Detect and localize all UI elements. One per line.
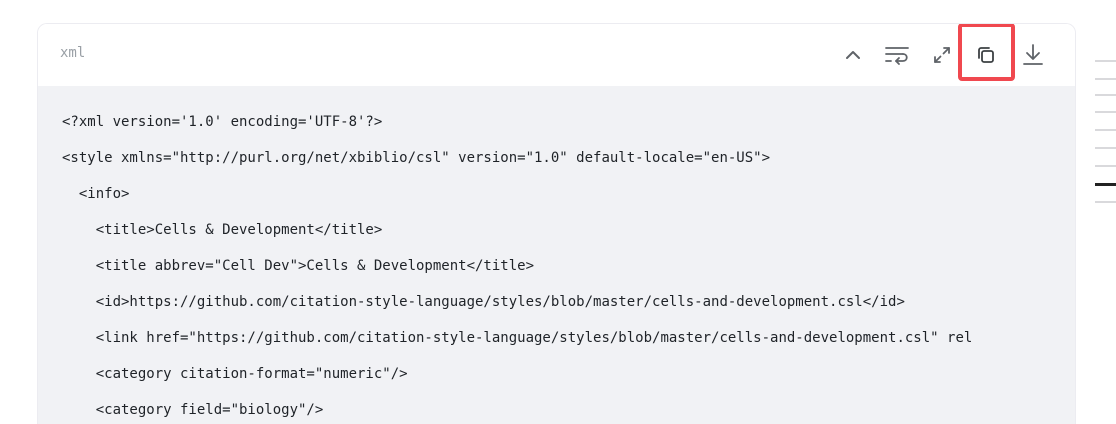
- code-line: <id>https://github.com/citation-style-la…: [62, 294, 905, 310]
- chevron-up-icon: [846, 51, 860, 59]
- copy-button[interactable]: [969, 38, 1003, 72]
- minimap-tick[interactable]: [1095, 94, 1116, 96]
- minimap-tick[interactable]: [1095, 129, 1116, 131]
- code-line: <category field="biology"/>: [62, 402, 324, 418]
- minimap-tick-active[interactable]: [1095, 183, 1116, 186]
- code-body[interactable]: <?xml version='1.0' encoding='UTF-8'?> <s…: [38, 86, 1075, 424]
- scroll-minimap[interactable]: [1095, 0, 1116, 423]
- expand-icon: [934, 47, 950, 63]
- code-line: <?xml version='1.0' encoding='UTF-8'?>: [62, 114, 383, 130]
- word-wrap-button[interactable]: [880, 38, 914, 72]
- minimap-tick[interactable]: [1095, 78, 1116, 80]
- expand-button[interactable]: [925, 38, 959, 72]
- language-label: xml: [60, 45, 86, 61]
- code-line: <title>Cells & Development</title>: [62, 222, 383, 238]
- code-lines: <?xml version='1.0' encoding='UTF-8'?> <s…: [62, 108, 972, 424]
- code-line: <link href="https://github.com/citation-…: [62, 330, 973, 346]
- minimap-tick[interactable]: [1095, 60, 1116, 62]
- copy-icon: [978, 47, 994, 63]
- download-button[interactable]: [1016, 38, 1050, 72]
- code-line: <title abbrev="Cell Dev">Cells & Develop…: [62, 258, 535, 274]
- minimap-tick[interactable]: [1095, 111, 1116, 113]
- code-block: xml <?xml version='1.0' encoding='UTF-8'…: [37, 23, 1076, 424]
- word-wrap-icon: [885, 47, 909, 65]
- code-line: <info>: [62, 186, 130, 202]
- collapse-button[interactable]: [836, 38, 870, 72]
- code-line: <category citation-format="numeric"/>: [62, 366, 408, 382]
- download-icon: [1023, 44, 1043, 65]
- minimap-tick[interactable]: [1095, 201, 1116, 203]
- minimap-tick[interactable]: [1095, 147, 1116, 149]
- code-line: <style xmlns="http://purl.org/net/xbibli…: [62, 150, 771, 166]
- code-block-header: xml: [38, 24, 1075, 86]
- minimap-tick[interactable]: [1095, 165, 1116, 167]
